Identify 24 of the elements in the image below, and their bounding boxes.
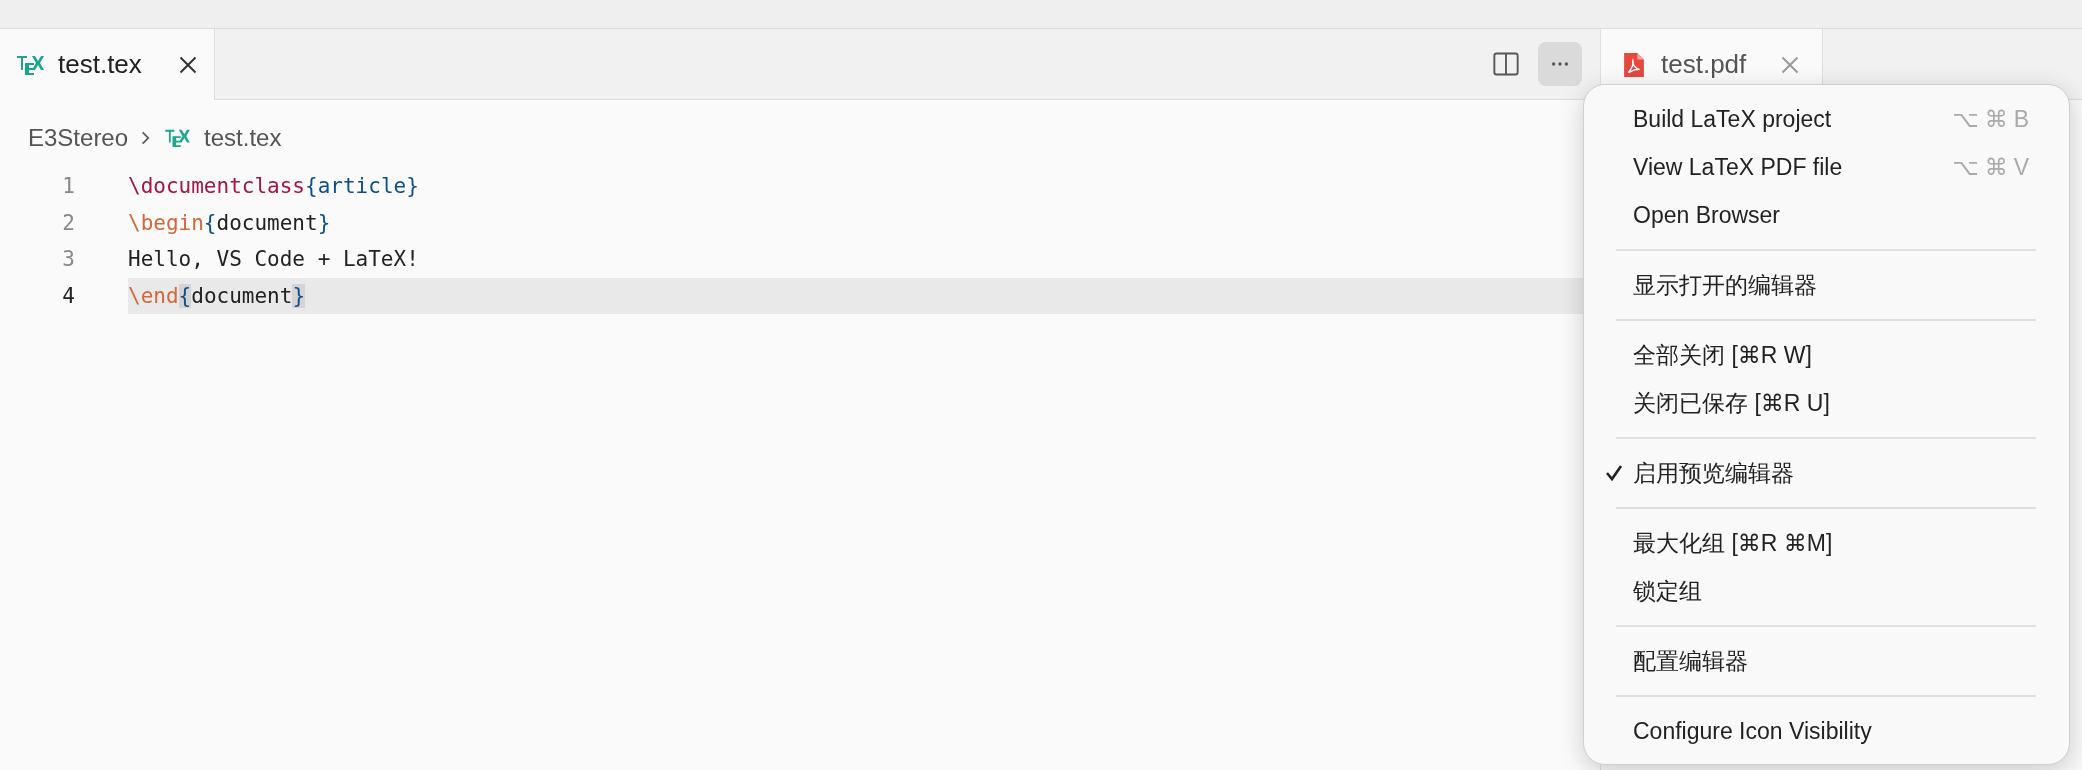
code-line: Hello, VS Code + LaTeX!: [128, 246, 420, 274]
pdf-file-icon: [1623, 50, 1645, 79]
breadcrumb-item[interactable]: E3Stereo: [28, 124, 129, 152]
menu-item[interactable]: Open Browser: [1584, 191, 2069, 239]
editor-tab[interactable]: test.tex: [0, 29, 215, 100]
menu-item[interactable]: 全部关闭 [⌘R W]: [1584, 331, 2069, 379]
line-number: 1: [61, 174, 75, 199]
menu-item[interactable]: Configure Icon Visibility: [1584, 707, 2069, 755]
line-number: 3: [61, 247, 75, 272]
code-line: \documentclass{article}: [128, 173, 420, 201]
line-number: 4: [61, 283, 75, 308]
split-editor-icon[interactable]: [1492, 50, 1520, 78]
tex-file-icon: [16, 53, 46, 76]
menu-item[interactable]: 启用预览编辑器: [1584, 449, 2069, 497]
line-number: 2: [61, 210, 75, 235]
menu-item[interactable]: 关闭已保存 [⌘R U]: [1584, 379, 2069, 427]
tex-file-icon: [164, 128, 193, 148]
code-line: \begin{document}: [128, 209, 332, 237]
menu-item[interactable]: 最大化组 [⌘R ⌘M]: [1584, 519, 2069, 567]
menu-item[interactable]: 锁定组: [1584, 567, 2069, 615]
close-icon[interactable]: [178, 54, 198, 75]
breadcrumb-item[interactable]: test.tex: [204, 124, 282, 152]
menu-item[interactable]: View LaTeX PDF file ⌥⌘V: [1584, 143, 2069, 191]
menu-item[interactable]: 配置编辑器: [1584, 637, 2069, 685]
